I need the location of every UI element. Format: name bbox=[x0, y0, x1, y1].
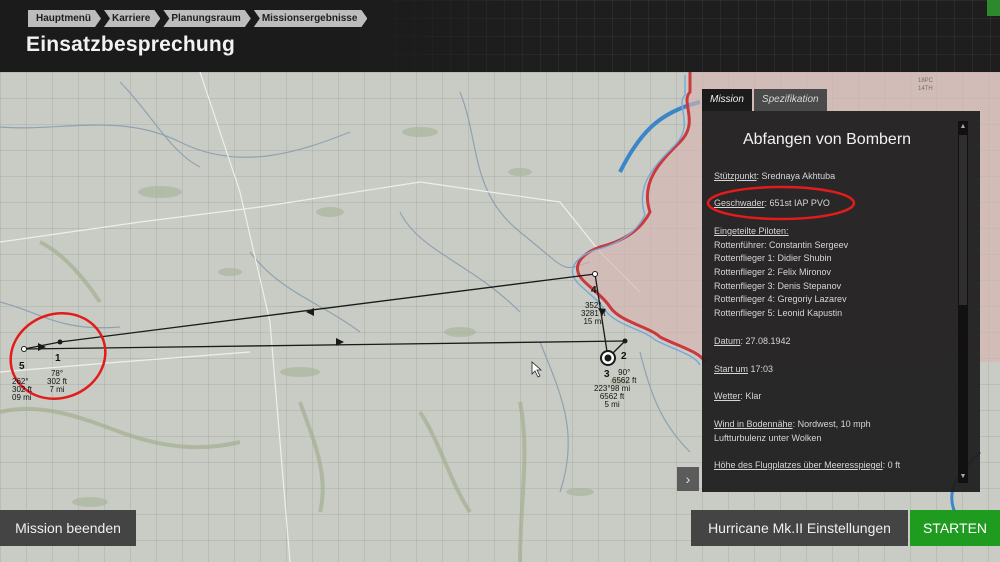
start-button[interactable]: STARTEN bbox=[910, 510, 1000, 546]
weather-label: Wetter bbox=[714, 391, 741, 401]
pilot-row: Rottenführer: Constantin Sergeev bbox=[714, 240, 849, 250]
breadcrumb-planungsraum[interactable]: Planungsraum bbox=[163, 10, 250, 27]
header-bar: Hauptmenü Karriere Planungsraum Missions… bbox=[0, 0, 1000, 72]
wp1-label: 78° 302 ft 7 mi bbox=[47, 369, 68, 394]
flight-route bbox=[23, 273, 626, 359]
wp1-number: 1 bbox=[55, 353, 61, 364]
rivers bbox=[0, 81, 691, 493]
pilots-label-text: Eingeteilte Piloten: bbox=[714, 226, 789, 236]
mission-title: Abfangen von Bombern bbox=[742, 131, 912, 148]
wind-label: Wind in Bodennähe bbox=[714, 419, 793, 429]
breadcrumb-missionsergebnisse[interactable]: Missionsergebnisse bbox=[254, 10, 368, 27]
map-label-1: 18PC bbox=[918, 78, 934, 84]
base-value: : Srednaya Akhtuba bbox=[756, 171, 836, 181]
start-label: Start um bbox=[714, 364, 749, 374]
wp5-label: 262° 302 ft 09 mi bbox=[12, 377, 33, 402]
wp1-marker[interactable] bbox=[57, 339, 63, 345]
date-value: : 27.08.1942 bbox=[740, 336, 791, 346]
scroll-up-icon[interactable]: ▲ bbox=[958, 121, 968, 133]
breadcrumb-hauptmenu[interactable]: Hauptmenü bbox=[28, 10, 101, 27]
mouse-cursor-icon bbox=[531, 361, 543, 378]
corner-badge bbox=[987, 0, 1000, 16]
start-value: 17:03 bbox=[748, 364, 774, 374]
wp4-marker[interactable] bbox=[592, 271, 598, 277]
aircraft-settings-button[interactable]: Hurricane Mk.II Einstellungen bbox=[691, 510, 908, 546]
turbulence-info: Luftturbulenz unter Wolken bbox=[714, 433, 822, 443]
wp4-label: 352° 3281 ft 15 mi bbox=[581, 301, 606, 326]
scroll-down-icon[interactable]: ▼ bbox=[958, 471, 968, 483]
wp2-label: 90° 6562 ft bbox=[612, 368, 637, 385]
date-info: Datum: 27.08.1942 bbox=[714, 335, 791, 349]
pilot-row: Rottenflieger 3: Denis Stepanov bbox=[714, 281, 842, 291]
base-label: Stützpunkt bbox=[714, 171, 757, 181]
start-info: Start um 17:03 bbox=[714, 363, 773, 377]
pilot-row: Rottenflieger 1: Didier Shubin bbox=[714, 253, 832, 263]
panel-scrollbar[interactable]: ▲ ▼ bbox=[958, 121, 968, 483]
pilots-label: Eingeteilte Piloten: bbox=[714, 225, 789, 239]
weather-info: Wetter: Klar bbox=[714, 390, 761, 404]
base-info: Stützpunkt: Srednaya Akhtuba bbox=[714, 170, 835, 184]
tab-mission[interactable]: Mission bbox=[702, 89, 752, 111]
wp2-number: 2 bbox=[621, 351, 627, 362]
terrain-patches bbox=[72, 127, 630, 507]
wind-value: : Nordwest, 10 mph bbox=[792, 419, 871, 429]
elevation-label: Höhe des Flugplatzes über Meeresspiegel bbox=[714, 460, 883, 470]
collapse-panel-chevron-icon[interactable]: › bbox=[677, 467, 699, 491]
end-mission-button[interactable]: Mission beenden bbox=[0, 510, 136, 546]
tab-spezifikation[interactable]: Spezifikation bbox=[753, 89, 827, 111]
mission-panel: Abfangen von Bombern Stützpunkt: Srednay… bbox=[702, 111, 980, 492]
panel-tabs: Mission Spezifikation bbox=[702, 89, 829, 111]
wp5-marker[interactable] bbox=[21, 346, 27, 352]
pilot-row: Rottenflieger 5: Leonid Kapustin bbox=[714, 308, 843, 318]
date-label: Datum bbox=[714, 336, 741, 346]
pilot-row: Rottenflieger 2: Felix Mironov bbox=[714, 267, 832, 277]
airfield-target-icon[interactable] bbox=[600, 350, 616, 366]
elevation-info: Höhe des Flugplatzes über Meeresspiegel:… bbox=[714, 459, 900, 473]
pilot-row: Rottenflieger 4: Gregoriy Lazarev bbox=[714, 294, 847, 304]
wp4-number: 4 bbox=[591, 285, 597, 296]
wp3-label: 223°98 mi 6562 ft 5 mi bbox=[594, 384, 631, 409]
wp5-number: 5 bbox=[19, 361, 25, 372]
breadcrumb-karriere[interactable]: Karriere bbox=[104, 10, 160, 27]
wind-info: Wind in Bodennähe: Nordwest, 10 mph bbox=[714, 418, 871, 432]
breadcrumb: Hauptmenü Karriere Planungsraum Missions… bbox=[28, 10, 370, 27]
elevation-value: : 0 ft bbox=[882, 460, 901, 470]
scroll-thumb[interactable] bbox=[959, 135, 967, 305]
map-label-2: 14TH bbox=[918, 86, 933, 92]
roads bbox=[0, 72, 641, 562]
page-title: Einsatzbesprechung bbox=[26, 33, 235, 56]
wp2-marker[interactable] bbox=[622, 338, 628, 344]
weather-value: : Klar bbox=[740, 391, 762, 401]
wp3-number: 3 bbox=[604, 369, 610, 380]
annotation-circle-squadron bbox=[706, 185, 856, 221]
